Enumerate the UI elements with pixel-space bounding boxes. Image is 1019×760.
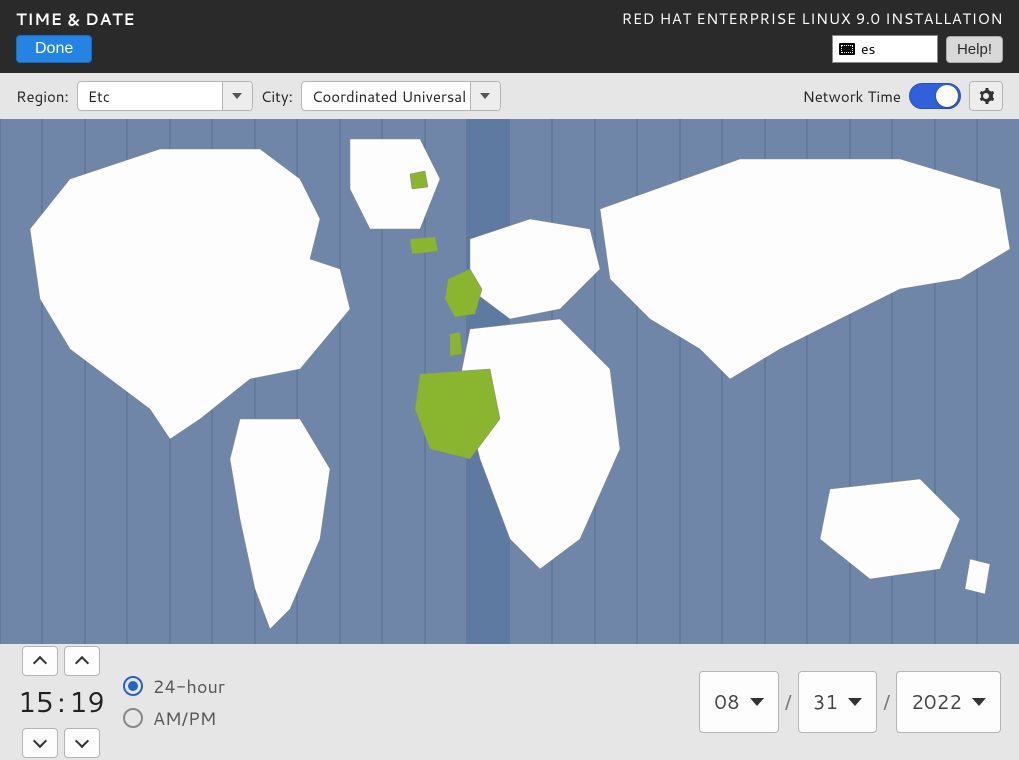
city-dropdown-arrow[interactable] (470, 82, 500, 110)
month-value: 08 (714, 688, 739, 716)
region-combo[interactable]: Etc (77, 81, 253, 111)
hours-up-button[interactable] (22, 646, 58, 676)
time-display: 15 : 19 (18, 682, 105, 722)
time-format-group: 24-hour AM/PM (123, 673, 225, 731)
toolbar: Region: Etc City: Coordinated Universal … (0, 73, 1019, 119)
radio-dot-icon (123, 676, 143, 696)
format-24h-label: 24-hour (153, 673, 225, 699)
page-title: TIME & DATE (16, 8, 135, 31)
network-time-label: Network Time (803, 86, 901, 107)
timezone-map[interactable] (0, 119, 1019, 644)
region-label: Region: (16, 86, 69, 107)
dropdown-icon (972, 698, 986, 706)
format-ampm-label: AM/PM (153, 705, 216, 731)
footer: 15 : 19 24-hour AM/PM 08 / 31 / 20 (0, 644, 1019, 760)
time-spinners: 15 : 19 (18, 646, 105, 758)
date-separator: / (883, 688, 890, 716)
header: TIME & DATE Done RED HAT ENTERPRISE LINU… (0, 0, 1019, 73)
day-value: 31 (813, 688, 838, 716)
chevron-down-icon (33, 734, 47, 748)
chevron-up-icon (33, 656, 47, 670)
minutes-up-button[interactable] (64, 646, 100, 676)
keyboard-layout-indicator[interactable]: es (832, 35, 938, 63)
radio-dot-icon (123, 708, 143, 728)
keyboard-layout-label: es (861, 39, 875, 59)
year-select[interactable]: 2022 (896, 671, 1001, 733)
format-ampm-radio[interactable]: AM/PM (123, 705, 225, 731)
date-group: 08 / 31 / 2022 (699, 671, 1001, 733)
gear-icon (978, 88, 994, 104)
chevron-down-icon (75, 734, 89, 748)
city-value: Coordinated Universal Tim (302, 82, 470, 110)
city-label: City: (261, 86, 293, 107)
chevron-up-icon (75, 656, 89, 670)
keyboard-icon (839, 43, 855, 55)
format-24h-radio[interactable]: 24-hour (123, 673, 225, 699)
network-time-toggle[interactable] (909, 83, 961, 109)
installer-title: RED HAT ENTERPRISE LINUX 9.0 INSTALLATIO… (622, 8, 1003, 29)
help-button[interactable]: Help! (946, 36, 1003, 63)
region-dropdown-arrow[interactable] (222, 82, 252, 110)
hours-value: 15 (18, 682, 54, 722)
time-separator: : (58, 682, 66, 722)
month-select[interactable]: 08 (699, 671, 778, 733)
hours-down-button[interactable] (22, 728, 58, 758)
dropdown-icon (750, 698, 764, 706)
year-value: 2022 (911, 688, 962, 716)
day-select[interactable]: 31 (798, 671, 877, 733)
city-combo[interactable]: Coordinated Universal Tim (301, 81, 501, 111)
minutes-down-button[interactable] (64, 728, 100, 758)
done-button[interactable]: Done (16, 35, 92, 63)
region-value: Etc (78, 82, 222, 110)
minutes-value: 19 (69, 682, 105, 722)
ntp-settings-button[interactable] (969, 81, 1003, 111)
dropdown-icon (848, 698, 862, 706)
date-separator: / (785, 688, 792, 716)
